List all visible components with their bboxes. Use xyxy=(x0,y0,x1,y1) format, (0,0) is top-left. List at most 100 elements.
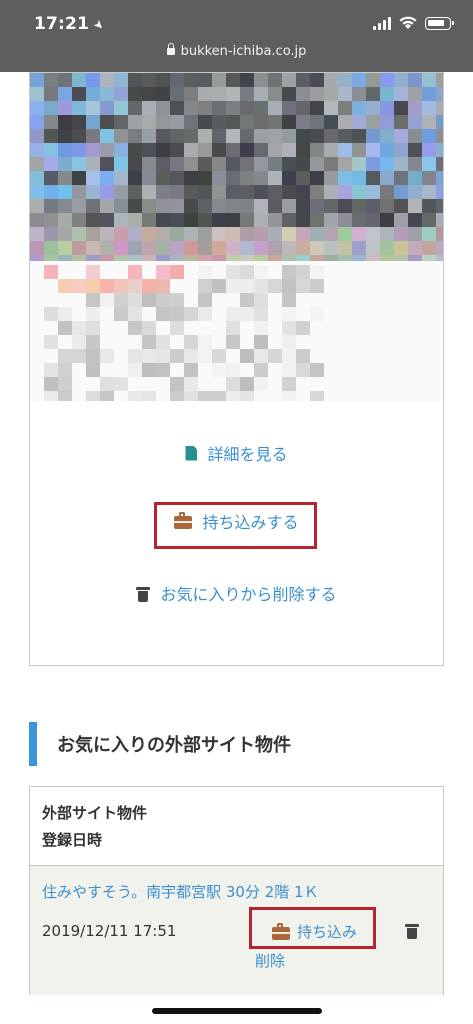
photo-mosaic-tile xyxy=(114,199,128,213)
info-mosaic-tile xyxy=(58,391,72,401)
photo-mosaic-tile xyxy=(198,241,212,255)
info-mosaic-tile xyxy=(170,307,184,321)
photo-mosaic-tile xyxy=(44,213,58,227)
info-mosaic-tile xyxy=(268,349,282,363)
info-mosaic-tile xyxy=(254,377,268,391)
photo-mosaic-tile xyxy=(254,185,268,199)
photo-mosaic-tile xyxy=(226,213,240,227)
photo-mosaic-tile xyxy=(296,87,310,101)
photo-mosaic-tile xyxy=(338,157,352,171)
photo-mosaic-tile xyxy=(324,171,338,185)
info-mosaic-tile xyxy=(170,349,184,363)
photo-mosaic-tile xyxy=(72,157,86,171)
highlight-box xyxy=(249,907,376,949)
info-mosaic-tile xyxy=(254,307,268,321)
photo-mosaic-tile xyxy=(254,87,268,101)
photo-mosaic-tile xyxy=(212,143,226,157)
photo-mosaic-tile xyxy=(156,213,170,227)
photo-mosaic-tile xyxy=(310,115,324,129)
photo-mosaic-tile xyxy=(198,185,212,199)
photo-mosaic-tile xyxy=(408,241,422,255)
photo-mosaic-tile xyxy=(170,185,184,199)
info-mosaic-tile xyxy=(198,279,212,293)
photo-mosaic-tile xyxy=(86,87,100,101)
info-mosaic-tile xyxy=(212,391,226,401)
photo-mosaic-tile xyxy=(170,73,184,87)
photo-mosaic-tile xyxy=(282,73,296,87)
photo-mosaic-tile xyxy=(422,129,436,143)
info-mosaic-tile xyxy=(198,349,212,363)
photo-mosaic-tile xyxy=(58,129,72,143)
photo-mosaic-tile xyxy=(352,87,366,101)
row-delete-link[interactable]: 削除 xyxy=(255,950,285,971)
photo-mosaic-tile xyxy=(296,143,310,157)
photo-mosaic-tile xyxy=(142,115,156,129)
info-mosaic-tile xyxy=(170,377,184,391)
view-detail-link[interactable]: 詳細を見る xyxy=(30,441,443,465)
table-header: 外部サイト物件 登録日時 xyxy=(30,787,443,866)
photo-mosaic-tile xyxy=(324,213,338,227)
photo-mosaic-tile xyxy=(86,101,100,115)
photo-mosaic-tile xyxy=(310,87,324,101)
home-indicator[interactable] xyxy=(152,1008,322,1014)
photo-mosaic-tile xyxy=(408,171,422,185)
photo-mosaic-tile xyxy=(100,241,114,255)
photo-mosaic-tile xyxy=(240,199,254,213)
external-property-link[interactable]: 住みやすそう。南宇都宮駅 30分 2階 1Ｋ xyxy=(42,881,319,902)
photo-mosaic-tile xyxy=(268,199,282,213)
photo-mosaic-tile xyxy=(100,101,114,115)
photo-mosaic-tile xyxy=(408,115,422,129)
address-bar[interactable]: bukken-ichiba.co.jp xyxy=(0,43,473,59)
photo-mosaic-tile xyxy=(30,227,44,241)
photo-mosaic-tile xyxy=(380,129,394,143)
photo-mosaic-tile xyxy=(226,185,240,199)
external-properties-table: 外部サイト物件 登録日時 住みやすそう。南宇都宮駅 30分 2階 1Ｋ 2019… xyxy=(29,786,444,995)
photo-mosaic-tile xyxy=(114,241,128,255)
photo-mosaic-tile xyxy=(156,171,170,185)
photo-mosaic-tile xyxy=(282,157,296,171)
photo-mosaic-tile xyxy=(310,185,324,199)
row-trash-button[interactable] xyxy=(405,922,419,939)
photo-mosaic-tile xyxy=(72,129,86,143)
photo-mosaic-tile xyxy=(282,171,296,185)
info-mosaic-tile xyxy=(226,279,240,293)
info-mosaic-tile xyxy=(184,377,198,391)
photo-mosaic-tile xyxy=(296,227,310,241)
photo-mosaic-tile xyxy=(408,185,422,199)
photo-mosaic-tile xyxy=(170,157,184,171)
info-mosaic-tile xyxy=(156,349,170,363)
photo-mosaic-tile xyxy=(352,101,366,115)
photo-mosaic-tile xyxy=(156,73,170,87)
photo-mosaic-tile xyxy=(254,241,268,255)
info-mosaic-tile xyxy=(254,363,268,377)
info-mosaic-tile xyxy=(198,307,212,321)
photo-mosaic-tile xyxy=(366,171,380,185)
photo-mosaic-tile xyxy=(86,115,100,129)
photo-mosaic-tile xyxy=(422,241,436,255)
photo-mosaic-tile xyxy=(380,157,394,171)
photo-mosaic-tile xyxy=(184,157,198,171)
photo-mosaic-tile xyxy=(100,115,114,129)
photo-mosaic-tile xyxy=(380,241,394,255)
remove-favorite-link[interactable]: お気に入りから削除する xyxy=(30,581,443,605)
photo-mosaic-tile xyxy=(100,129,114,143)
section-heading-text: お気に入りの外部サイト物件 xyxy=(57,735,291,756)
photo-mosaic-tile xyxy=(156,101,170,115)
photo-mosaic-tile xyxy=(142,199,156,213)
photo-mosaic-tile xyxy=(240,73,254,87)
photo-mosaic-tile xyxy=(212,185,226,199)
info-mosaic-tile xyxy=(282,391,296,401)
photo-mosaic-tile xyxy=(156,129,170,143)
photo-mosaic-tile xyxy=(324,73,338,87)
photo-mosaic-tile xyxy=(324,199,338,213)
photo-mosaic-tile xyxy=(142,73,156,87)
url-text: bukken-ichiba.co.jp xyxy=(180,44,307,59)
photo-mosaic-tile xyxy=(128,241,142,255)
info-mosaic-tile xyxy=(58,321,72,335)
photo-mosaic-tile xyxy=(338,101,352,115)
info-mosaic-tile xyxy=(72,335,86,349)
photo-mosaic-tile xyxy=(30,213,44,227)
photo-mosaic-tile xyxy=(170,171,184,185)
photo-mosaic-tile xyxy=(128,213,142,227)
photo-mosaic-tile xyxy=(212,87,226,101)
